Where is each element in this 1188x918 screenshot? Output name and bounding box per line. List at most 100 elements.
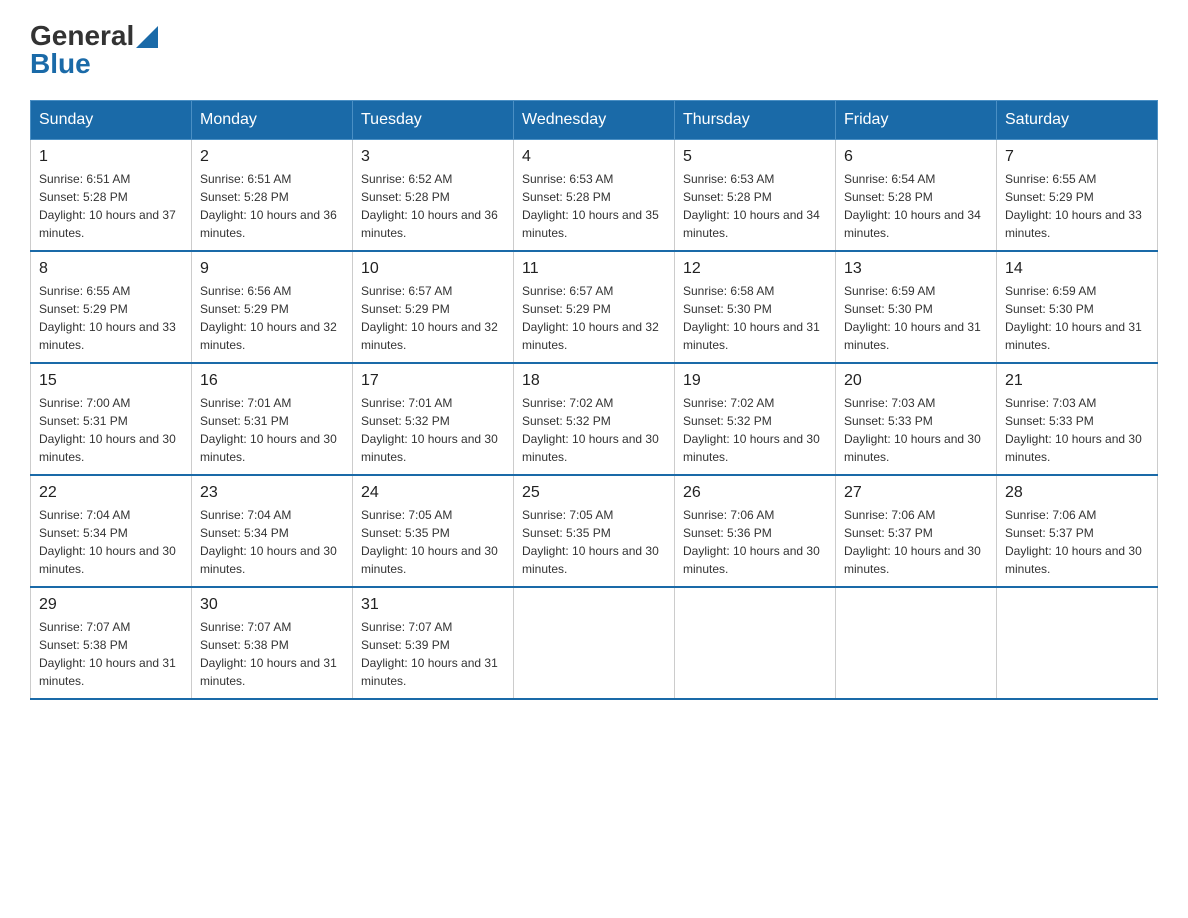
sunset-label: Sunset: 5:32 PM xyxy=(361,414,450,428)
sunset-label: Sunset: 5:30 PM xyxy=(1005,302,1094,316)
day-info: Sunrise: 7:02 AM Sunset: 5:32 PM Dayligh… xyxy=(522,394,666,466)
daylight-label: Daylight: 10 hours and 32 minutes. xyxy=(200,320,337,352)
day-number: 14 xyxy=(1005,260,1149,278)
day-cell-17: 17 Sunrise: 7:01 AM Sunset: 5:32 PM Dayl… xyxy=(353,363,514,475)
day-info: Sunrise: 7:05 AM Sunset: 5:35 PM Dayligh… xyxy=(361,506,505,578)
day-number: 21 xyxy=(1005,372,1149,390)
sunrise-label: Sunrise: 7:06 AM xyxy=(683,508,774,522)
day-cell-10: 10 Sunrise: 6:57 AM Sunset: 5:29 PM Dayl… xyxy=(353,251,514,363)
day-number: 17 xyxy=(361,372,505,390)
sunset-label: Sunset: 5:35 PM xyxy=(361,526,450,540)
sunrise-label: Sunrise: 6:58 AM xyxy=(683,284,774,298)
day-info: Sunrise: 7:03 AM Sunset: 5:33 PM Dayligh… xyxy=(844,394,988,466)
day-number: 7 xyxy=(1005,148,1149,166)
day-cell-12: 12 Sunrise: 6:58 AM Sunset: 5:30 PM Dayl… xyxy=(675,251,836,363)
day-info: Sunrise: 6:58 AM Sunset: 5:30 PM Dayligh… xyxy=(683,282,827,354)
daylight-label: Daylight: 10 hours and 35 minutes. xyxy=(522,208,659,240)
daylight-label: Daylight: 10 hours and 30 minutes. xyxy=(522,544,659,576)
week-row-4: 22 Sunrise: 7:04 AM Sunset: 5:34 PM Dayl… xyxy=(31,475,1158,587)
sunset-label: Sunset: 5:30 PM xyxy=(844,302,933,316)
day-info: Sunrise: 7:04 AM Sunset: 5:34 PM Dayligh… xyxy=(200,506,344,578)
daylight-label: Daylight: 10 hours and 36 minutes. xyxy=(361,208,498,240)
sunrise-label: Sunrise: 6:59 AM xyxy=(1005,284,1096,298)
daylight-label: Daylight: 10 hours and 34 minutes. xyxy=(683,208,820,240)
weekday-header-wednesday: Wednesday xyxy=(514,101,675,140)
sunrise-label: Sunrise: 7:07 AM xyxy=(361,620,452,634)
sunset-label: Sunset: 5:28 PM xyxy=(39,190,128,204)
sunrise-label: Sunrise: 6:53 AM xyxy=(522,172,613,186)
week-row-3: 15 Sunrise: 7:00 AM Sunset: 5:31 PM Dayl… xyxy=(31,363,1158,475)
day-number: 1 xyxy=(39,148,183,166)
daylight-label: Daylight: 10 hours and 30 minutes. xyxy=(844,432,981,464)
day-info: Sunrise: 7:07 AM Sunset: 5:39 PM Dayligh… xyxy=(361,618,505,690)
day-info: Sunrise: 6:53 AM Sunset: 5:28 PM Dayligh… xyxy=(683,170,827,242)
day-cell-23: 23 Sunrise: 7:04 AM Sunset: 5:34 PM Dayl… xyxy=(192,475,353,587)
daylight-label: Daylight: 10 hours and 32 minutes. xyxy=(361,320,498,352)
day-cell-4: 4 Sunrise: 6:53 AM Sunset: 5:28 PM Dayli… xyxy=(514,140,675,252)
day-number: 4 xyxy=(522,148,666,166)
daylight-label: Daylight: 10 hours and 30 minutes. xyxy=(39,544,176,576)
day-cell-24: 24 Sunrise: 7:05 AM Sunset: 5:35 PM Dayl… xyxy=(353,475,514,587)
day-info: Sunrise: 6:59 AM Sunset: 5:30 PM Dayligh… xyxy=(844,282,988,354)
empty-cell xyxy=(675,587,836,699)
daylight-label: Daylight: 10 hours and 33 minutes. xyxy=(39,320,176,352)
sunrise-label: Sunrise: 6:54 AM xyxy=(844,172,935,186)
sunrise-label: Sunrise: 7:02 AM xyxy=(683,396,774,410)
sunrise-label: Sunrise: 6:55 AM xyxy=(1005,172,1096,186)
daylight-label: Daylight: 10 hours and 31 minutes. xyxy=(39,656,176,688)
sunrise-label: Sunrise: 6:56 AM xyxy=(200,284,291,298)
sunrise-label: Sunrise: 7:03 AM xyxy=(844,396,935,410)
sunset-label: Sunset: 5:32 PM xyxy=(683,414,772,428)
sunset-label: Sunset: 5:29 PM xyxy=(1005,190,1094,204)
daylight-label: Daylight: 10 hours and 32 minutes. xyxy=(522,320,659,352)
sunrise-label: Sunrise: 6:51 AM xyxy=(200,172,291,186)
day-number: 24 xyxy=(361,484,505,502)
day-info: Sunrise: 6:56 AM Sunset: 5:29 PM Dayligh… xyxy=(200,282,344,354)
sunrise-label: Sunrise: 7:07 AM xyxy=(200,620,291,634)
day-info: Sunrise: 6:52 AM Sunset: 5:28 PM Dayligh… xyxy=(361,170,505,242)
daylight-label: Daylight: 10 hours and 31 minutes. xyxy=(361,656,498,688)
sunrise-label: Sunrise: 6:51 AM xyxy=(39,172,130,186)
day-cell-25: 25 Sunrise: 7:05 AM Sunset: 5:35 PM Dayl… xyxy=(514,475,675,587)
sunrise-label: Sunrise: 7:06 AM xyxy=(844,508,935,522)
day-info: Sunrise: 7:01 AM Sunset: 5:31 PM Dayligh… xyxy=(200,394,344,466)
sunset-label: Sunset: 5:34 PM xyxy=(39,526,128,540)
day-info: Sunrise: 6:55 AM Sunset: 5:29 PM Dayligh… xyxy=(39,282,183,354)
day-info: Sunrise: 7:05 AM Sunset: 5:35 PM Dayligh… xyxy=(522,506,666,578)
sunset-label: Sunset: 5:29 PM xyxy=(39,302,128,316)
day-cell-8: 8 Sunrise: 6:55 AM Sunset: 5:29 PM Dayli… xyxy=(31,251,192,363)
daylight-label: Daylight: 10 hours and 30 minutes. xyxy=(683,432,820,464)
day-cell-16: 16 Sunrise: 7:01 AM Sunset: 5:31 PM Dayl… xyxy=(192,363,353,475)
sunrise-label: Sunrise: 7:01 AM xyxy=(361,396,452,410)
day-info: Sunrise: 7:06 AM Sunset: 5:37 PM Dayligh… xyxy=(844,506,988,578)
day-number: 13 xyxy=(844,260,988,278)
empty-cell xyxy=(514,587,675,699)
day-number: 27 xyxy=(844,484,988,502)
weekday-header-tuesday: Tuesday xyxy=(353,101,514,140)
daylight-label: Daylight: 10 hours and 33 minutes. xyxy=(1005,208,1142,240)
day-number: 16 xyxy=(200,372,344,390)
weekday-header-row: SundayMondayTuesdayWednesdayThursdayFrid… xyxy=(31,101,1158,140)
day-number: 30 xyxy=(200,596,344,614)
sunset-label: Sunset: 5:36 PM xyxy=(683,526,772,540)
weekday-header-sunday: Sunday xyxy=(31,101,192,140)
sunset-label: Sunset: 5:39 PM xyxy=(361,638,450,652)
day-number: 28 xyxy=(1005,484,1149,502)
day-number: 31 xyxy=(361,596,505,614)
sunset-label: Sunset: 5:29 PM xyxy=(522,302,611,316)
sunset-label: Sunset: 5:38 PM xyxy=(39,638,128,652)
day-info: Sunrise: 7:06 AM Sunset: 5:36 PM Dayligh… xyxy=(683,506,827,578)
day-cell-28: 28 Sunrise: 7:06 AM Sunset: 5:37 PM Dayl… xyxy=(997,475,1158,587)
weekday-header-saturday: Saturday xyxy=(997,101,1158,140)
day-number: 19 xyxy=(683,372,827,390)
day-number: 25 xyxy=(522,484,666,502)
sunrise-label: Sunrise: 7:05 AM xyxy=(361,508,452,522)
daylight-label: Daylight: 10 hours and 30 minutes. xyxy=(200,544,337,576)
sunrise-label: Sunrise: 7:04 AM xyxy=(200,508,291,522)
day-number: 5 xyxy=(683,148,827,166)
day-cell-15: 15 Sunrise: 7:00 AM Sunset: 5:31 PM Dayl… xyxy=(31,363,192,475)
day-number: 15 xyxy=(39,372,183,390)
day-info: Sunrise: 6:51 AM Sunset: 5:28 PM Dayligh… xyxy=(200,170,344,242)
day-number: 18 xyxy=(522,372,666,390)
day-number: 8 xyxy=(39,260,183,278)
